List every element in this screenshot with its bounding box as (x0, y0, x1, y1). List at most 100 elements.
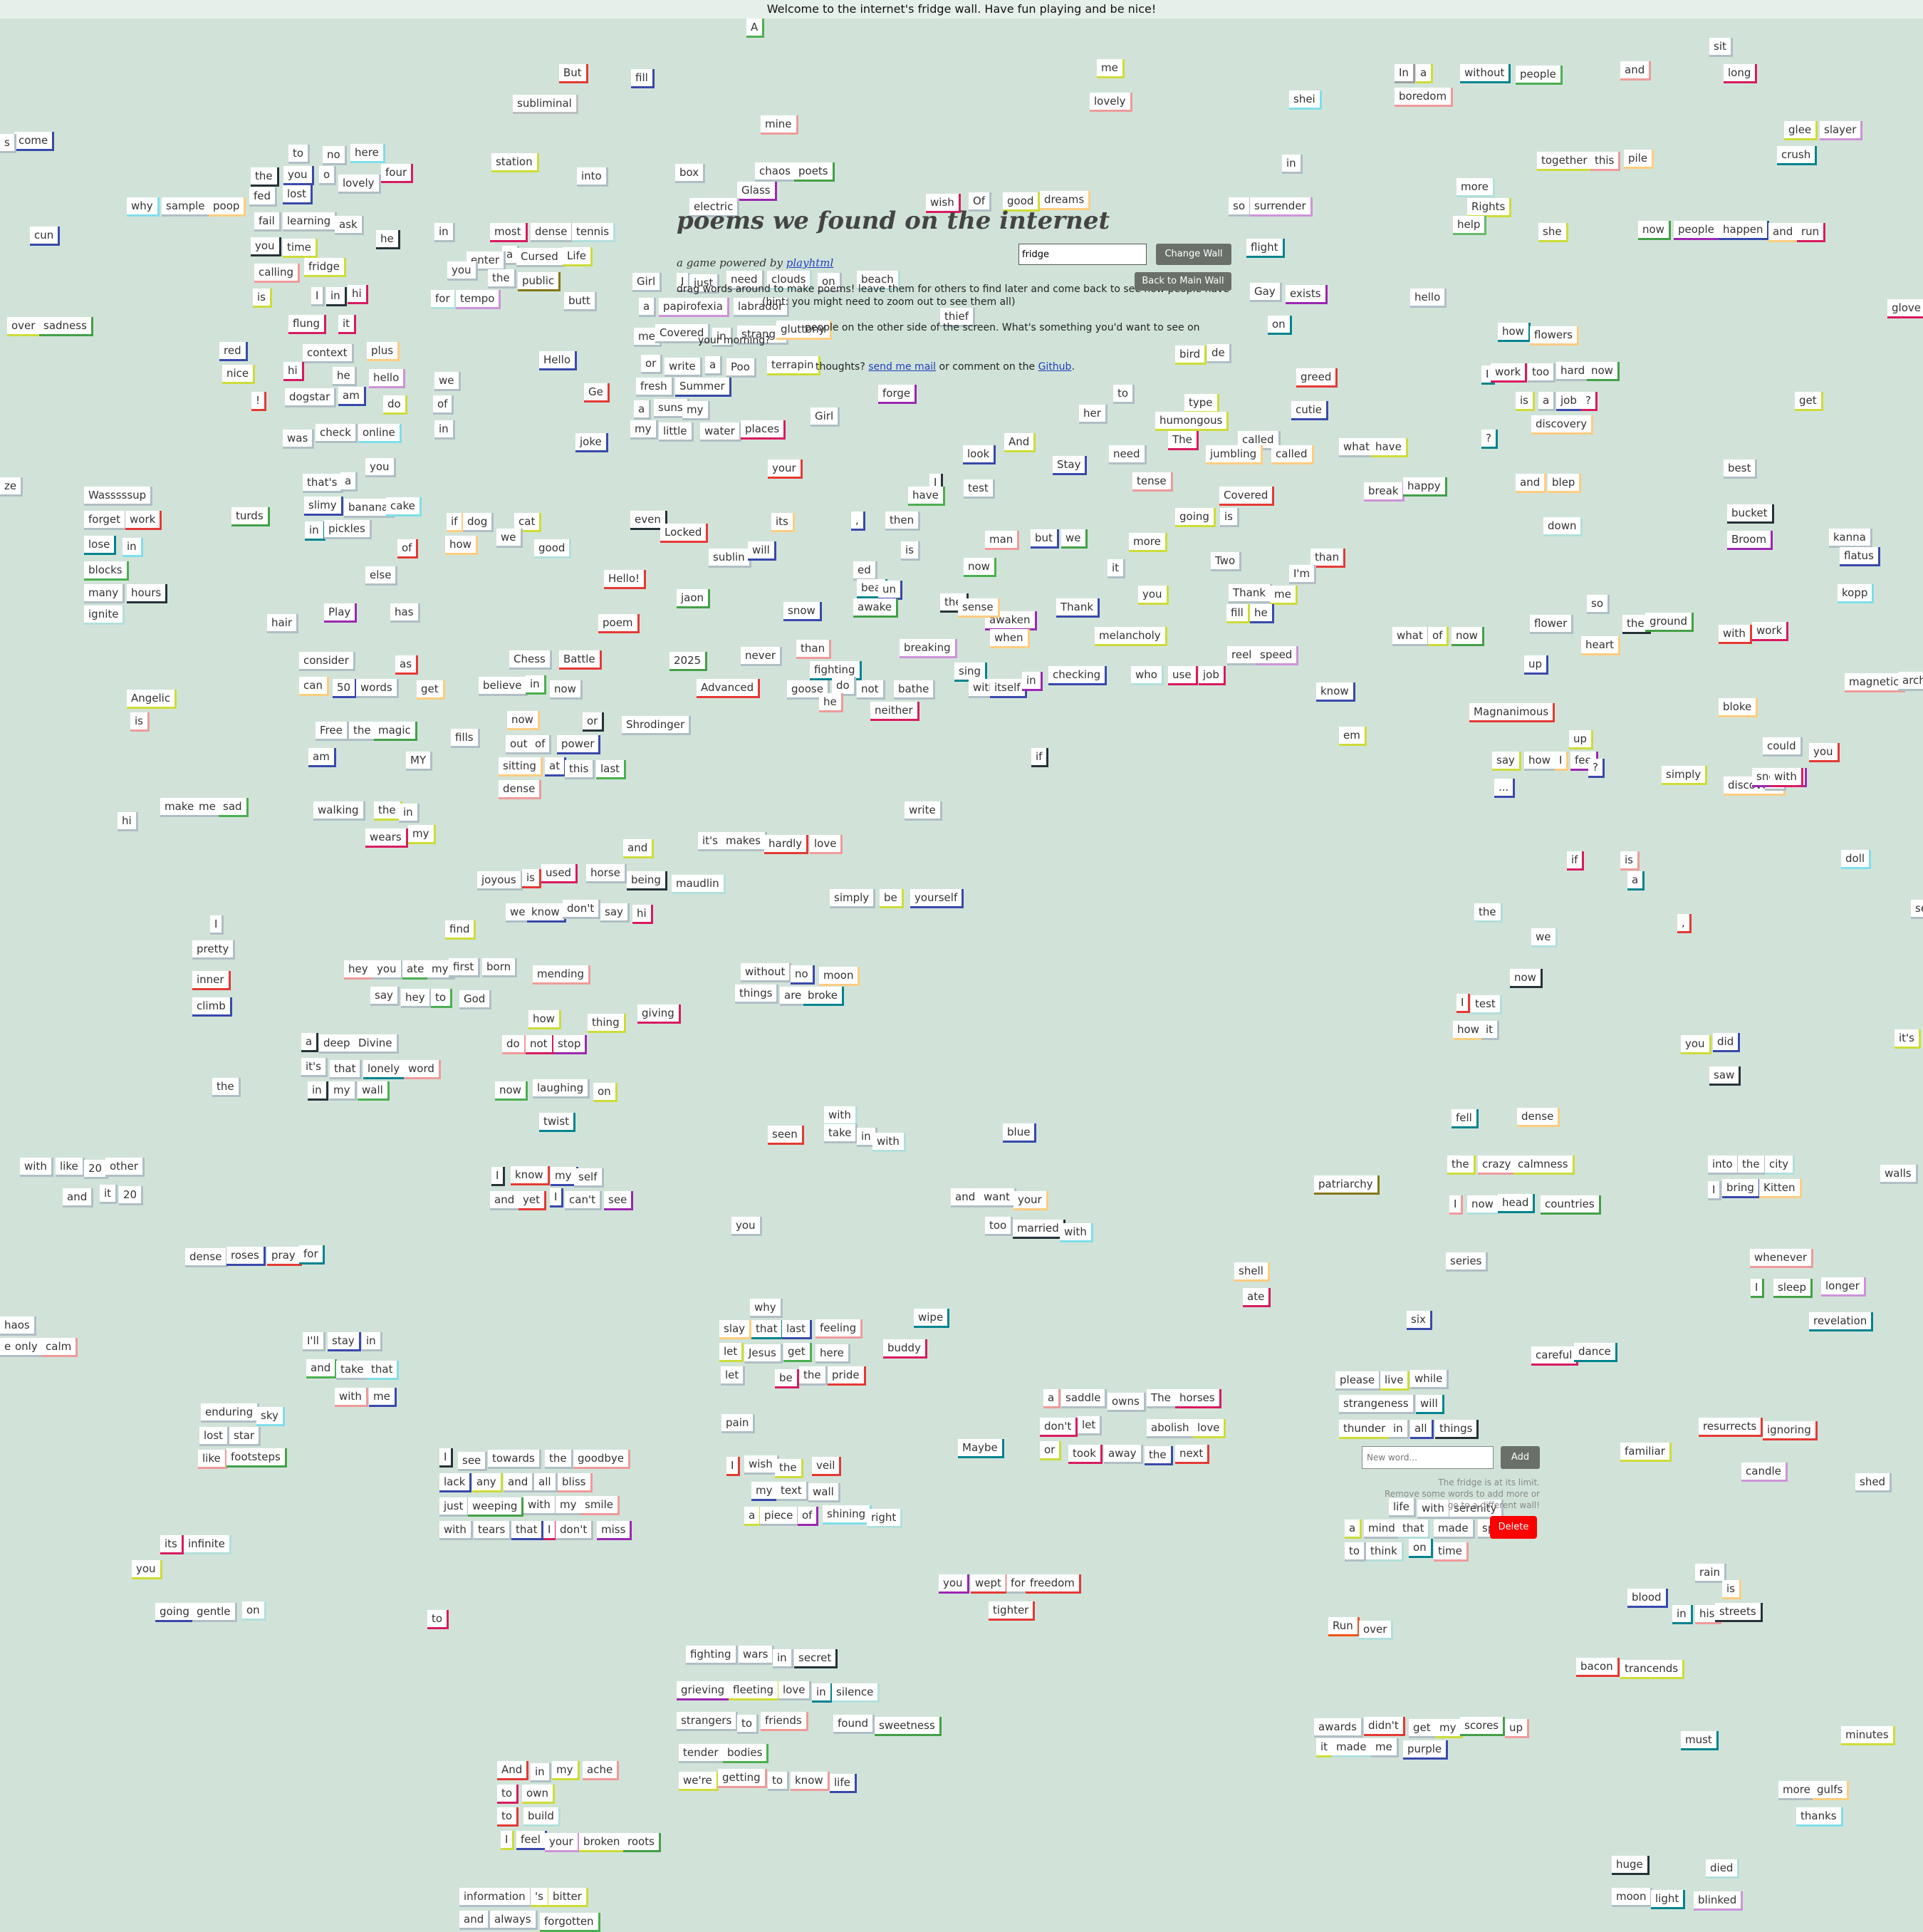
word-magnet[interactable]: fills (451, 729, 480, 748)
word-magnet[interactable]: sublin (709, 549, 751, 568)
word-magnet[interactable]: hair (267, 614, 299, 633)
word-magnet[interactable]: cake (386, 497, 422, 516)
word-magnet[interactable]: freedom (1026, 1574, 1081, 1594)
word-magnet[interactable]: mending (533, 965, 591, 985)
word-magnet[interactable]: horses (1175, 1389, 1221, 1408)
word-magnet[interactable]: with (1719, 625, 1752, 644)
word-magnet[interactable]: and (951, 1188, 982, 1208)
word-magnet[interactable]: like (198, 1450, 227, 1469)
word-magnet[interactable]: here (815, 1344, 850, 1364)
word-magnet[interactable]: ed (853, 561, 877, 581)
word-magnet[interactable]: to (288, 145, 311, 164)
word-magnet[interactable]: of (1428, 627, 1449, 646)
word-magnet[interactable]: wears (365, 829, 408, 848)
word-magnet[interactable]: born (482, 958, 518, 977)
word-magnet[interactable]: poem (598, 614, 640, 633)
word-magnet[interactable]: twist (539, 1113, 576, 1132)
word-magnet[interactable]: , (1677, 914, 1692, 933)
word-magnet[interactable]: text (776, 1482, 808, 1501)
word-magnet[interactable]: so (1229, 197, 1251, 217)
word-magnet[interactable]: and (1620, 61, 1652, 80)
word-magnet[interactable]: how (528, 1010, 561, 1029)
word-magnet[interactable]: ate (402, 960, 431, 980)
word-magnet[interactable]: a (634, 400, 652, 420)
word-magnet[interactable]: roots (623, 1833, 661, 1852)
word-magnet[interactable]: countries (1541, 1195, 1601, 1215)
word-magnet[interactable]: cutie (1291, 401, 1329, 420)
word-magnet[interactable]: moon (1612, 1888, 1653, 1907)
word-magnet[interactable]: else (365, 566, 398, 586)
word-magnet[interactable]: and (459, 1911, 491, 1930)
word-magnet[interactable]: bacon (1576, 1658, 1620, 1677)
word-magnet[interactable]: its (160, 1535, 184, 1554)
word-magnet[interactable]: feeling (815, 1319, 863, 1339)
word-magnet[interactable]: station (491, 153, 539, 172)
word-magnet[interactable]: I (550, 1188, 564, 1208)
word-magnet[interactable]: bloke (1719, 698, 1758, 717)
word-magnet[interactable]: look (963, 445, 996, 464)
word-magnet[interactable]: good (534, 539, 572, 559)
word-magnet[interactable]: test (1471, 995, 1502, 1014)
word-magnet[interactable]: places (741, 420, 786, 440)
word-magnet[interactable]: Hello! (604, 570, 647, 589)
word-magnet[interactable]: walls (1880, 1165, 1918, 1184)
word-magnet[interactable]: dense (531, 223, 574, 242)
word-magnet[interactable]: ground (1645, 613, 1694, 632)
word-magnet[interactable]: wall (358, 1081, 390, 1101)
word-magnet[interactable]: to (497, 1807, 519, 1827)
word-magnet[interactable]: flower (1530, 615, 1574, 634)
word-magnet[interactable]: without (1460, 64, 1511, 83)
word-magnet[interactable]: while (1410, 1370, 1449, 1389)
word-magnet[interactable]: blinked (1694, 1891, 1744, 1911)
word-magnet[interactable]: you (939, 1574, 969, 1594)
word-magnet[interactable]: happy (1403, 477, 1447, 497)
word-magnet[interactable]: I (501, 1831, 515, 1850)
word-magnet[interactable]: have (908, 487, 945, 506)
word-magnet[interactable]: breaking (900, 639, 957, 658)
word-magnet[interactable]: broken (579, 1833, 627, 1852)
word-magnet[interactable]: strangeness (1339, 1395, 1415, 1414)
word-magnet[interactable]: poets (794, 162, 835, 182)
word-magnet[interactable]: grieving (677, 1681, 731, 1700)
word-magnet[interactable]: simply (830, 889, 876, 908)
word-magnet[interactable]: take (336, 1361, 370, 1380)
word-magnet[interactable]: fill (631, 69, 655, 88)
word-magnet[interactable]: buddy (883, 1339, 927, 1359)
word-magnet[interactable]: how (1524, 752, 1557, 771)
word-magnet[interactable]: that (511, 1521, 544, 1540)
word-magnet[interactable]: with (824, 1106, 858, 1126)
word-magnet[interactable]: in (773, 1649, 793, 1668)
word-magnet[interactable]: laughing (533, 1079, 590, 1099)
word-magnet[interactable]: awake (853, 598, 899, 618)
word-magnet[interactable]: sit (1709, 38, 1733, 57)
word-magnet[interactable]: need (1109, 445, 1147, 464)
word-magnet[interactable]: forgotten (540, 1913, 600, 1932)
word-magnet[interactable]: Chess (509, 650, 552, 670)
word-magnet[interactable]: hello (369, 369, 406, 388)
word-magnet[interactable]: Free (316, 722, 349, 741)
word-magnet[interactable]: a (1538, 392, 1556, 411)
word-magnet[interactable]: more (1129, 533, 1167, 552)
word-magnet[interactable]: flatus (1840, 547, 1880, 566)
word-magnet[interactable]: pile (1624, 150, 1654, 169)
word-magnet[interactable]: sadness (39, 317, 93, 336)
word-magnet[interactable]: purple (1403, 1740, 1449, 1760)
word-magnet[interactable]: wall (808, 1483, 840, 1502)
word-magnet[interactable]: minutes (1841, 1726, 1895, 1745)
word-magnet[interactable]: to (1113, 385, 1135, 404)
word-magnet[interactable]: ate (1243, 1288, 1271, 1307)
word-magnet[interactable]: ask (335, 216, 364, 235)
word-magnet[interactable]: not (857, 680, 885, 700)
word-magnet[interactable]: blep (1548, 474, 1582, 493)
word-magnet[interactable]: now (1587, 362, 1620, 381)
word-magnet[interactable]: people (1516, 66, 1563, 85)
word-magnet[interactable]: strangers (677, 1712, 739, 1731)
word-magnet[interactable]: in (531, 1763, 551, 1782)
word-magnet[interactable]: sad (219, 798, 249, 817)
word-magnet[interactable]: will (1416, 1395, 1444, 1414)
word-magnet[interactable]: hi (632, 905, 653, 924)
word-magnet[interactable]: find (445, 920, 476, 940)
word-magnet[interactable]: he (1250, 604, 1274, 623)
word-magnet[interactable]: I (311, 287, 325, 306)
word-magnet[interactable]: get (417, 680, 445, 700)
